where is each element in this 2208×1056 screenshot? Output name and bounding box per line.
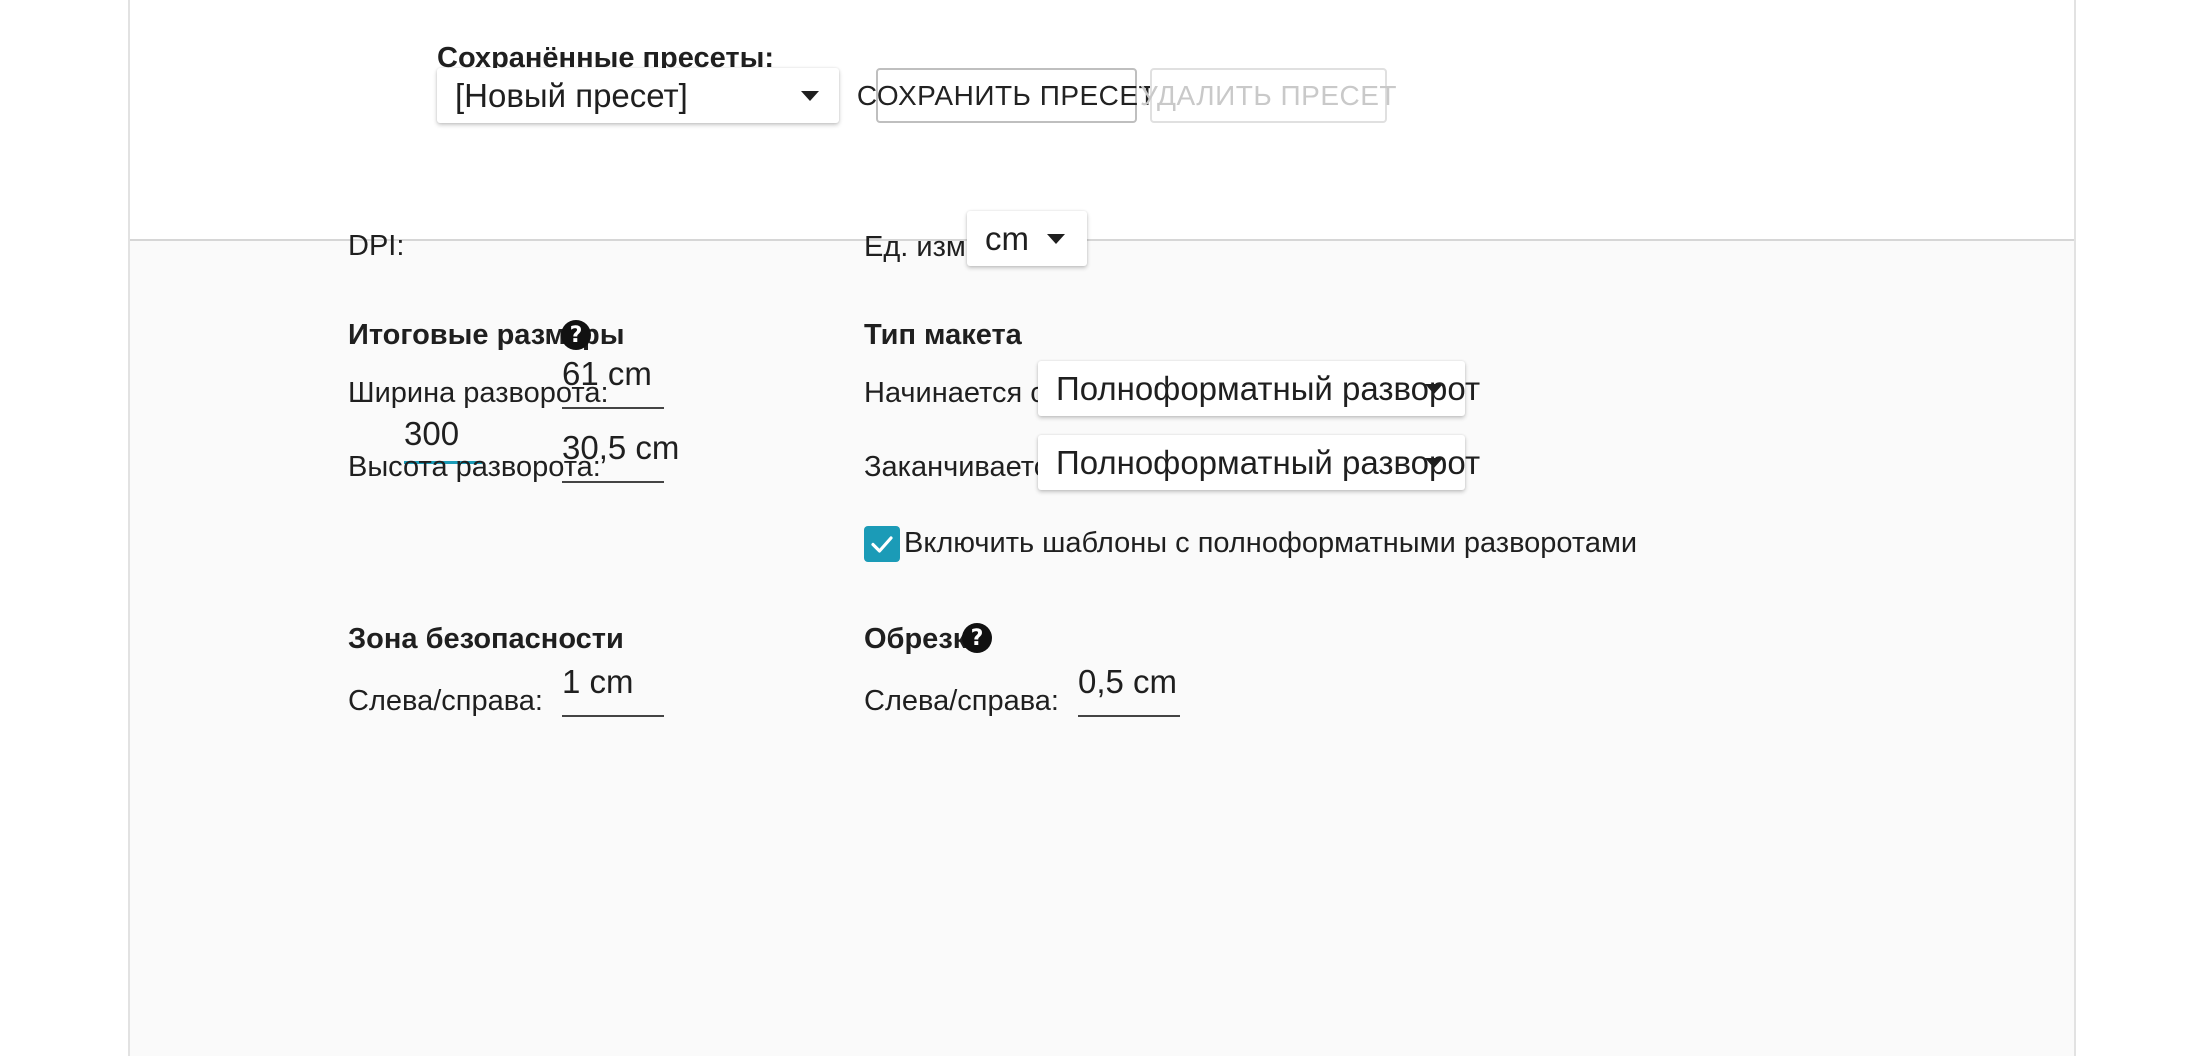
settings-panel: Сохранённые пресеты: [Новый пресет] СОХР… [128, 0, 2076, 1056]
units-select[interactable]: cm [967, 211, 1087, 266]
question-circle-icon[interactable]: ? [561, 320, 591, 350]
preset-select-value: [Новый пресет] [455, 76, 688, 114]
ends-with-select[interactable]: Полноформатный разворот [1038, 435, 1480, 490]
spread-width-input[interactable]: 61 cm [562, 353, 664, 409]
units-label: Ед. изм.: [864, 231, 982, 263]
safe-zone-lr-input[interactable]: 1 cm [562, 661, 664, 717]
starts-with-select[interactable]: Полноформатный разворот [1038, 361, 1480, 416]
starts-with-label: Начинается с: [864, 377, 1053, 409]
starts-with-value: Полноформатный разворот [1056, 369, 1481, 407]
presets-section: Сохранённые пресеты: [Новый пресет] СОХР… [130, 0, 2074, 240]
caret-down-icon [1425, 457, 1443, 468]
safe-zone-lr-value: 1 cm [562, 663, 634, 700]
caret-down-icon [1047, 233, 1065, 244]
spread-height-input[interactable]: 30,5 cm [562, 427, 679, 483]
layout-type-heading: Тип макета [864, 319, 1022, 351]
delete-preset-button[interactable]: УДАЛИТЬ ПРЕСЕТ [1140, 68, 1397, 123]
spread-height-value: 30,5 cm [562, 429, 680, 466]
spread-width-value: 61 cm [562, 355, 652, 392]
include-templates-checkbox[interactable] [864, 526, 900, 562]
question-circle-icon[interactable]: ? [962, 623, 992, 653]
dpi-label: DPI: [348, 230, 405, 262]
preset-select[interactable]: [Новый пресет] [437, 68, 839, 123]
ends-with-value: Полноформатный разворот [1056, 443, 1481, 481]
trim-lr-value: 0,5 cm [1078, 663, 1178, 700]
caret-down-icon [801, 90, 819, 101]
page: Сохранённые пресеты: [Новый пресет] СОХР… [0, 0, 2208, 1056]
layout-settings-section: DPI: 300 Ед. изм.: cm Итоговые размеры ?… [130, 211, 2074, 1056]
safe-zone-lr-label: Слева/справа: [348, 685, 543, 717]
dpi-value: 300 [404, 415, 460, 452]
include-templates-label[interactable]: Включить шаблоны с полноформатными разво… [904, 527, 1637, 560]
check-icon [871, 536, 893, 553]
trim-lr-input[interactable]: 0,5 cm [1078, 661, 1180, 717]
caret-down-icon [1425, 383, 1443, 394]
trim-lr-label: Слева/справа: [864, 685, 1059, 717]
safe-zone-heading: Зона безопасности [348, 623, 624, 655]
units-select-value: cm [985, 219, 1029, 257]
